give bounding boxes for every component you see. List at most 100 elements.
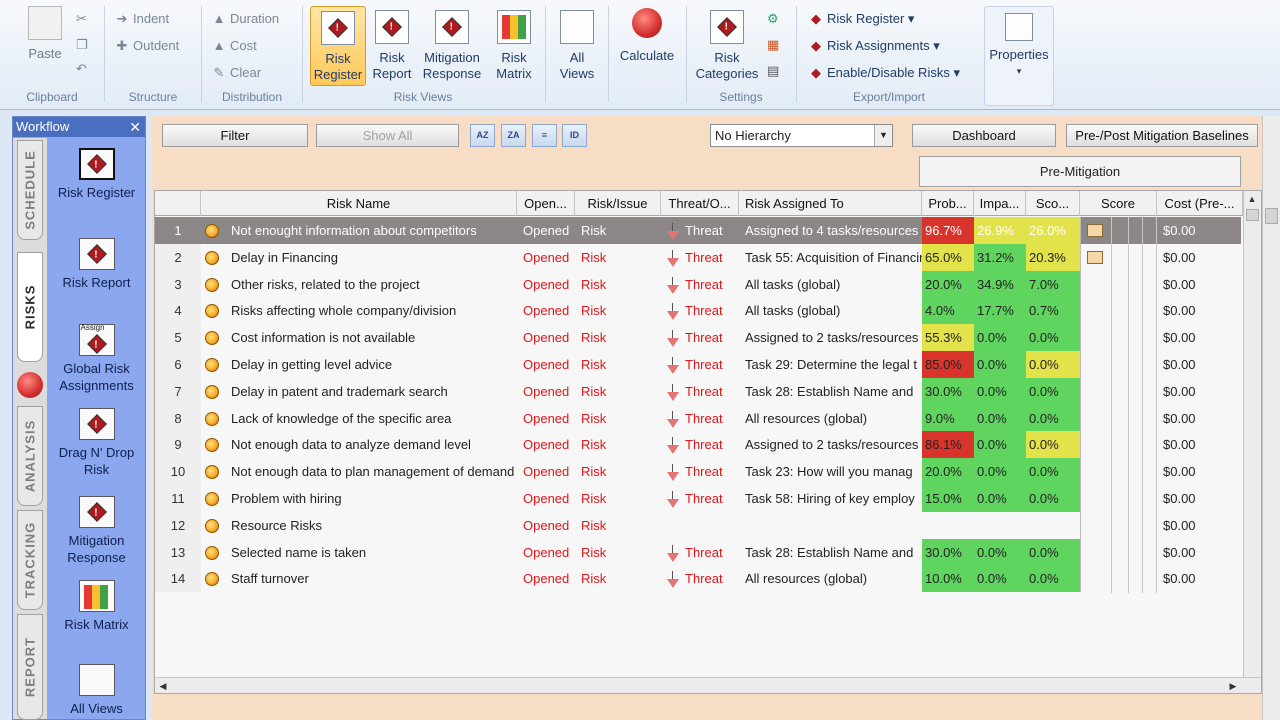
risk-name-cell[interactable]: Problem with hiring: [225, 485, 517, 512]
all-views-button[interactable]: All Views: [552, 6, 602, 82]
column-header-score[interactable]: Score: [1080, 191, 1157, 216]
threat-cell[interactable]: Threat: [661, 378, 739, 405]
table-row[interactable]: 13 Selected name is taken Opened Risk Threat…: [155, 538, 1243, 566]
impact-cell[interactable]: 17.7%: [974, 297, 1026, 325]
status-cell[interactable]: Opened: [517, 539, 575, 566]
threat-cell[interactable]: Threat: [661, 324, 739, 351]
risk-type-cell[interactable]: Risk: [575, 405, 661, 432]
risk-type-cell[interactable]: Risk: [575, 271, 661, 298]
column-header-risk-name[interactable]: Risk Name: [201, 191, 517, 216]
probability-cell[interactable]: 10.0%: [922, 565, 974, 593]
score-pct-cell[interactable]: 0.0%: [1026, 324, 1080, 352]
table-row[interactable]: 12 Resource Risks Opened Risk $0.00: [155, 511, 1243, 539]
column-header-open[interactable]: Open...: [517, 191, 575, 216]
status-cell[interactable]: Opened: [517, 458, 575, 485]
export-risk-assignments-button[interactable]: ◆ Risk Assignments ▾: [809, 37, 940, 55]
threat-cell[interactable]: Threat: [661, 244, 739, 271]
cost-cell[interactable]: $0.00: [1157, 431, 1243, 458]
risk-type-cell[interactable]: Risk: [575, 351, 661, 378]
status-cell[interactable]: Opened: [517, 485, 575, 512]
status-cell[interactable]: Opened: [517, 405, 575, 432]
assigned-to-cell[interactable]: All resources (global): [739, 565, 922, 592]
table-row[interactable]: 1 Not enought information about competito…: [155, 217, 1241, 244]
settings-icon-3[interactable]: ▤: [767, 62, 779, 80]
risk-name-cell[interactable]: Delay in Financing: [225, 244, 517, 271]
outdent-button[interactable]: ✚ Outdent: [115, 37, 180, 55]
cost-cell[interactable]: $0.00: [1157, 217, 1243, 244]
cost-cell[interactable]: $0.00: [1157, 512, 1243, 539]
assigned-to-cell[interactable]: [739, 512, 922, 539]
risk-type-cell[interactable]: Risk: [575, 244, 661, 271]
status-cell[interactable]: Opened: [517, 378, 575, 405]
impact-cell[interactable]: 0.0%: [974, 404, 1026, 432]
risk-name-cell[interactable]: Not enought information about competitor…: [225, 217, 517, 244]
mitigation-response-button[interactable]: Mitigation Response: [417, 6, 487, 82]
status-cell[interactable]: Opened: [517, 431, 575, 458]
risk-name-cell[interactable]: Other risks, related to the project: [225, 271, 517, 298]
probability-cell[interactable]: 30.0%: [922, 377, 974, 405]
impact-cell[interactable]: 34.9%: [974, 270, 1026, 298]
properties-button[interactable]: Properties ▾: [984, 6, 1054, 106]
table-row[interactable]: 8 Lack of knowledge of the specific area O…: [155, 404, 1241, 432]
probability-cell[interactable]: 9.0%: [922, 404, 974, 432]
risk-name-cell[interactable]: Not enough data to plan management of de…: [225, 458, 517, 485]
risk-report-button[interactable]: Risk Report: [367, 6, 417, 82]
table-row[interactable]: 11 Problem with hiring Opened Risk Threat Tas…: [155, 485, 1241, 512]
score-pct-cell[interactable]: 0.0%: [1026, 351, 1080, 378]
status-cell[interactable]: Opened: [517, 512, 575, 539]
cost-cell[interactable]: $0.00: [1157, 351, 1243, 378]
table-row[interactable]: 9 Not enough data to analyze demand level…: [155, 431, 1243, 459]
risk-categories-button[interactable]: Risk Categories: [693, 6, 761, 82]
score-pct-cell[interactable]: 0.0%: [1026, 404, 1080, 432]
table-row[interactable]: 2 Delay in Financing Opened Risk Threat Task …: [155, 243, 1241, 271]
status-cell[interactable]: Opened: [517, 217, 575, 244]
table-row[interactable]: 7 Delay in patent and trademark search Ope…: [155, 377, 1243, 405]
scroll-right-icon[interactable]: ▶: [1225, 678, 1241, 693]
column-header-score-pct[interactable]: Sco...: [1026, 191, 1080, 216]
threat-cell[interactable]: Threat: [661, 458, 739, 485]
threat-cell[interactable]: Threat: [661, 539, 739, 566]
assigned-to-cell[interactable]: Assigned to 2 tasks/resources: [739, 324, 922, 351]
assigned-to-cell[interactable]: Assigned to 4 tasks/resources: [739, 217, 922, 244]
score-cell[interactable]: [1080, 377, 1157, 405]
status-cell[interactable]: Opened: [517, 324, 575, 351]
workflow-item-drag-n-drop-risk[interactable]: Drag N' Drop Risk: [48, 408, 145, 478]
assigned-to-cell[interactable]: Task 29: Determine the legal t: [739, 351, 922, 378]
risk-name-cell[interactable]: Resource Risks: [225, 512, 517, 539]
probability-cell[interactable]: 15.0%: [922, 485, 974, 512]
show-all-button[interactable]: Show All: [316, 124, 459, 147]
risk-name-cell[interactable]: Delay in patent and trademark search: [225, 378, 517, 405]
threat-cell[interactable]: Threat: [661, 405, 739, 432]
cost-cell[interactable]: $0.00: [1157, 485, 1243, 512]
calculator-icon[interactable]: [17, 372, 43, 398]
score-cell[interactable]: [1080, 458, 1157, 486]
score-cell[interactable]: [1080, 565, 1157, 593]
probability-cell[interactable]: 86.1%: [922, 431, 974, 459]
column-header-impact[interactable]: Impa...: [974, 191, 1026, 216]
impact-cell[interactable]: 0.0%: [974, 485, 1026, 512]
probability-cell[interactable]: 30.0%: [922, 538, 974, 566]
risk-type-cell[interactable]: Risk: [575, 217, 661, 244]
cost-cell[interactable]: $0.00: [1157, 539, 1243, 566]
cost-cell[interactable]: $0.00: [1157, 271, 1243, 298]
score-pct-cell[interactable]: 0.7%: [1026, 297, 1080, 325]
risk-name-cell[interactable]: Lack of knowledge of the specific area: [225, 405, 517, 432]
risk-type-cell[interactable]: Risk: [575, 539, 661, 566]
risk-name-cell[interactable]: Not enough data to analyze demand level: [225, 431, 517, 458]
impact-cell[interactable]: 0.0%: [974, 324, 1026, 352]
risk-type-cell[interactable]: Risk: [575, 431, 661, 458]
workflow-item-risk-report[interactable]: Risk Report: [48, 238, 145, 291]
assigned-to-cell[interactable]: Task 28: Establish Name and: [739, 378, 922, 405]
risk-type-cell[interactable]: Risk: [575, 565, 661, 592]
indent-button[interactable]: ➔ Indent: [115, 10, 170, 28]
hierarchy-select[interactable]: No Hierarchy ▼: [710, 124, 893, 147]
column-header-threat[interactable]: Threat/O...: [661, 191, 739, 216]
window-vertical-scrollbar[interactable]: [1262, 116, 1280, 720]
threat-cell[interactable]: Threat: [661, 431, 739, 458]
sort-id-icon[interactable]: ID: [562, 124, 587, 147]
score-cell[interactable]: [1080, 217, 1157, 244]
cost-cell[interactable]: $0.00: [1157, 378, 1243, 405]
horizontal-scrollbar[interactable]: ◀ ▶: [155, 677, 1261, 693]
risk-register-button[interactable]: Risk Register: [310, 6, 366, 86]
score-pct-cell[interactable]: 0.0%: [1026, 431, 1080, 459]
